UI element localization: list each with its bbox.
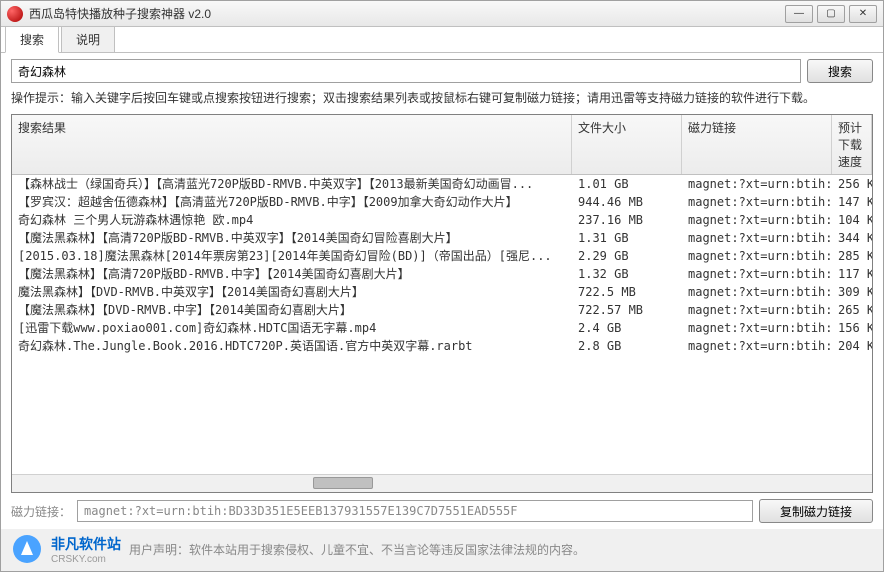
table-row[interactable]: [2015.03.18]魔法黑森林[2014年票房第23][2014年美国奇幻冒… bbox=[12, 247, 872, 265]
cell-magnet: magnet:?xt=urn:btih:5B595B8E... bbox=[682, 283, 832, 301]
cell-speed: 344 KB/s bbox=[832, 229, 872, 247]
cell-speed: 156 KB/s bbox=[832, 319, 872, 337]
table-row[interactable]: 【罗宾汉：超越舍伍德森林】【高清蓝光720P版BD-RMVB.中字】【2009加… bbox=[12, 193, 872, 211]
cell-name: 【魔法黑森林】【高清720P版BD-RMVB.中英双字】【2014美国奇幻冒险喜… bbox=[12, 229, 572, 247]
tab-bar: 搜索 说明 bbox=[1, 27, 883, 53]
cell-magnet: magnet:?xt=urn:btih:3AAF3A73... bbox=[682, 319, 832, 337]
col-magnet[interactable]: 磁力链接 bbox=[682, 115, 832, 174]
table-row[interactable]: 奇幻森林.The.Jungle.Book.2016.HDTC720P.英语国语.… bbox=[12, 337, 872, 355]
cell-name: 【森林战士（绿国奇兵）】【高清蓝光720P版BD-RMVB.中英双字】【2013… bbox=[12, 175, 572, 193]
cell-name: 【魔法黑森林】【高清720P版BD-RMVB.中字】【2014美国奇幻喜剧大片】 bbox=[12, 265, 572, 283]
magnet-label: 磁力链接： bbox=[11, 503, 71, 520]
cell-magnet: magnet:?xt=urn:btih:E9977791... bbox=[682, 229, 832, 247]
cell-name: [2015.03.18]魔法黑森林[2014年票房第23][2014年美国奇幻冒… bbox=[12, 247, 572, 265]
table-row[interactable]: 【森林战士（绿国奇兵）】【高清蓝光720P版BD-RMVB.中英双字】【2013… bbox=[12, 175, 872, 193]
cell-speed: 117 KB/s bbox=[832, 265, 872, 283]
cell-speed: 256 KB/s bbox=[832, 175, 872, 193]
cell-size: 2.4 GB bbox=[572, 319, 682, 337]
cell-size: 944.46 MB bbox=[572, 193, 682, 211]
cell-name: 魔法黑森林】【DVD-RMVB.中英双字】【2014美国奇幻喜剧大片】 bbox=[12, 283, 572, 301]
search-row: 搜索 bbox=[11, 59, 873, 83]
magnet-row: 磁力链接： 复制磁力链接 bbox=[11, 499, 873, 523]
cell-magnet: magnet:?xt=urn:btih:BD33D351... bbox=[682, 211, 832, 229]
cell-size: 1.32 GB bbox=[572, 265, 682, 283]
results-body[interactable]: 【森林战士（绿国奇兵）】【高清蓝光720P版BD-RMVB.中英双字】【2013… bbox=[12, 175, 872, 474]
col-result[interactable]: 搜索结果 bbox=[12, 115, 572, 174]
search-button[interactable]: 搜索 bbox=[807, 59, 873, 83]
cell-name: [迅雷下载www.poxiao001.com]奇幻森林.HDTC国语无字幕.mp… bbox=[12, 319, 572, 337]
cell-magnet: magnet:?xt=urn:btih:C73A7B37... bbox=[682, 265, 832, 283]
cell-magnet: magnet:?xt=urn:btih:1D3E1993... bbox=[682, 301, 832, 319]
cell-size: 2.8 GB bbox=[572, 337, 682, 355]
app-icon bbox=[7, 6, 23, 22]
hint-text: 操作提示：输入关键字后按回车键或点搜索按钮进行搜索；双击搜索结果列表或按鼠标右键… bbox=[11, 89, 873, 106]
table-row[interactable]: 【魔法黑森林】【高清720P版BD-RMVB.中英双字】【2014美国奇幻冒险喜… bbox=[12, 229, 872, 247]
minimize-button[interactable]: — bbox=[785, 5, 813, 23]
cell-magnet: magnet:?xt=urn:btih:D35593DF... bbox=[682, 247, 832, 265]
magnet-input[interactable] bbox=[77, 500, 753, 522]
footer: 非凡软件站 CRSKY.com 用户声明：软件本站用于搜索侵权、儿童不宜、不当言… bbox=[1, 529, 883, 571]
cell-name: 【魔法黑森林】【DVD-RMVB.中字】【2014美国奇幻喜剧大片】 bbox=[12, 301, 572, 319]
cell-speed: 204 KB/s bbox=[832, 337, 872, 355]
close-button[interactable]: ✕ bbox=[849, 5, 877, 23]
footer-brand: 非凡软件站 CRSKY.com bbox=[51, 534, 121, 565]
cell-name: 【罗宾汉：超越舍伍德森林】【高清蓝光720P版BD-RMVB.中字】【2009加… bbox=[12, 193, 572, 211]
col-size[interactable]: 文件大小 bbox=[572, 115, 682, 174]
cell-speed: 285 KB/s bbox=[832, 247, 872, 265]
footer-brand-en: CRSKY.com bbox=[51, 554, 121, 565]
footer-disclaimer: 用户声明：软件本站用于搜索侵权、儿童不宜、不当言论等违反国家法律法规的内容。 bbox=[129, 541, 585, 558]
cell-size: 1.01 GB bbox=[572, 175, 682, 193]
cell-magnet: magnet:?xt=urn:btih:D5F79C1F... bbox=[682, 175, 832, 193]
col-speed[interactable]: 预计下载速度 bbox=[832, 115, 872, 174]
cell-size: 2.29 GB bbox=[572, 247, 682, 265]
table-row[interactable]: 奇幻森林 三个男人玩游森林遇惊艳 欧.mp4237.16 MBmagnet:?x… bbox=[12, 211, 872, 229]
cell-speed: 309 KB/s bbox=[832, 283, 872, 301]
window-buttons: — ▢ ✕ bbox=[785, 5, 877, 23]
cell-size: 722.57 MB bbox=[572, 301, 682, 319]
scrollbar-thumb[interactable] bbox=[313, 477, 373, 489]
table-row[interactable]: 魔法黑森林】【DVD-RMVB.中英双字】【2014美国奇幻喜剧大片】722.5… bbox=[12, 283, 872, 301]
footer-logo-icon bbox=[11, 533, 43, 565]
table-row[interactable]: 【魔法黑森林】【DVD-RMVB.中字】【2014美国奇幻喜剧大片】722.57… bbox=[12, 301, 872, 319]
results-header: 搜索结果 文件大小 磁力链接 预计下载速度 bbox=[12, 115, 872, 175]
tab-help[interactable]: 说明 bbox=[61, 26, 115, 52]
horizontal-scrollbar[interactable] bbox=[12, 474, 872, 492]
cell-size: 1.31 GB bbox=[572, 229, 682, 247]
results-panel: 搜索结果 文件大小 磁力链接 预计下载速度 【森林战士（绿国奇兵）】【高清蓝光7… bbox=[11, 114, 873, 493]
cell-speed: 147 KB/s bbox=[832, 193, 872, 211]
search-input[interactable] bbox=[11, 59, 801, 83]
cell-magnet: magnet:?xt=urn:btih:5B7B3171... bbox=[682, 193, 832, 211]
cell-name: 奇幻森林.The.Jungle.Book.2016.HDTC720P.英语国语.… bbox=[12, 337, 572, 355]
copy-magnet-button[interactable]: 复制磁力链接 bbox=[759, 499, 873, 523]
titlebar: 西瓜岛特快播放种子搜索神器 v2.0 — ▢ ✕ bbox=[1, 1, 883, 27]
cell-speed: 265 KB/s bbox=[832, 301, 872, 319]
content-area: 搜索 操作提示：输入关键字后按回车键或点搜索按钮进行搜索；双击搜索结果列表或按鼠… bbox=[1, 53, 883, 529]
cell-magnet: magnet:?xt=urn:btih:53731E95... bbox=[682, 337, 832, 355]
tab-search[interactable]: 搜索 bbox=[5, 26, 59, 53]
table-row[interactable]: 【魔法黑森林】【高清720P版BD-RMVB.中字】【2014美国奇幻喜剧大片】… bbox=[12, 265, 872, 283]
cell-name: 奇幻森林 三个男人玩游森林遇惊艳 欧.mp4 bbox=[12, 211, 572, 229]
cell-speed: 104 KB/s bbox=[832, 211, 872, 229]
table-row[interactable]: [迅雷下载www.poxiao001.com]奇幻森林.HDTC国语无字幕.mp… bbox=[12, 319, 872, 337]
window-title: 西瓜岛特快播放种子搜索神器 v2.0 bbox=[29, 5, 785, 22]
cell-size: 722.5 MB bbox=[572, 283, 682, 301]
app-window: 西瓜岛特快播放种子搜索神器 v2.0 — ▢ ✕ 搜索 说明 搜索 操作提示：输… bbox=[0, 0, 884, 572]
maximize-button[interactable]: ▢ bbox=[817, 5, 845, 23]
footer-brand-cn: 非凡软件站 bbox=[51, 534, 121, 554]
cell-size: 237.16 MB bbox=[572, 211, 682, 229]
